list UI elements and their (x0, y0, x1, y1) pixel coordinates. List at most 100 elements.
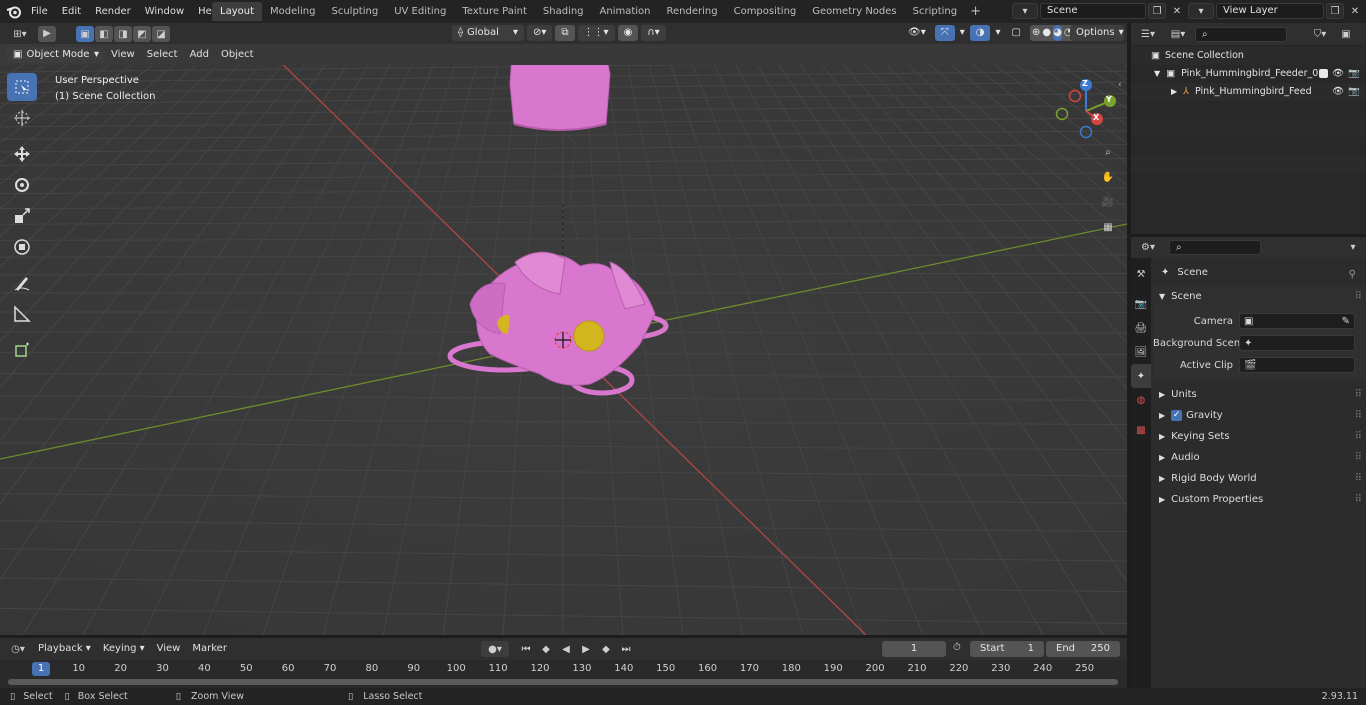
zoom-icon[interactable]: ⌕ (1097, 141, 1119, 163)
menu-file[interactable]: File (24, 0, 55, 23)
exclude-checkbox[interactable] (1319, 69, 1328, 78)
drag-handle-icon[interactable]: ⠿ (1355, 405, 1362, 426)
eye-icon[interactable]: 👁 (1332, 65, 1344, 83)
eye-icon[interactable]: 👁 (1332, 83, 1344, 101)
drag-handle-icon[interactable]: ⠿ (1355, 286, 1362, 307)
properties-search-input[interactable]: ⌕ (1169, 240, 1261, 255)
timeline-ruler[interactable]: 1 10 20 30 40 50 60 70 80 90 100 110 120 130 140 150 160… (0, 660, 1127, 688)
expand-down-icon[interactable]: ▼ (1154, 65, 1160, 83)
jump-start-icon[interactable]: ⏮ (517, 641, 535, 657)
expand-right-icon[interactable]: ▶ (1171, 83, 1177, 101)
navigation-gizmo[interactable]: Z Y X (1051, 74, 1121, 144)
jump-keyframe-back-icon[interactable]: ◆ (537, 641, 555, 657)
viewport-menu-select[interactable]: Select (141, 44, 184, 65)
rotate-tool-icon[interactable] (7, 171, 37, 199)
perspective-grid-icon[interactable]: ▦ (1097, 216, 1119, 238)
display-mode-icon[interactable]: ▤▾ (1165, 26, 1191, 42)
snap-icon[interactable]: ⧉ (555, 25, 575, 41)
panel-units[interactable]: ▶ Units ⠿ (1153, 384, 1366, 405)
panel-audio[interactable]: ▶ Audio ⠿ (1153, 447, 1366, 468)
camera-icon[interactable]: 📷 (1348, 83, 1360, 101)
world-tab-icon[interactable]: ◍ (1131, 388, 1151, 412)
eyedropper-icon[interactable]: ✎ (1342, 316, 1350, 327)
mode-dropdown[interactable]: ▣ Object Mode ▾ (7, 46, 105, 63)
play-reverse-icon[interactable]: ◀ (557, 641, 575, 657)
jump-end-icon[interactable]: ⏭ (617, 641, 635, 657)
hummingbird-feeder-object[interactable] (0, 44, 1127, 635)
select-intersect-icon[interactable]: ◪ (152, 26, 170, 42)
drag-handle-icon[interactable]: ⠿ (1355, 447, 1362, 468)
panel-custom-properties[interactable]: ▶ Custom Properties ⠿ (1153, 489, 1366, 510)
tool-tab-icon[interactable]: ⚒ (1131, 262, 1151, 286)
panel-scene-header[interactable]: ▼ Scene ⠿ (1153, 286, 1366, 307)
delete-view-layer-icon[interactable]: ✕ (1346, 3, 1364, 19)
menu-edit[interactable]: Edit (55, 0, 88, 23)
options-dropdown[interactable]: Options ▾ (1070, 25, 1124, 41)
camera-field[interactable]: ▣ ✎ (1239, 313, 1355, 329)
gizmo-dropdown-icon[interactable]: ▾ (958, 25, 967, 41)
select-extend-icon[interactable]: ◧ (95, 26, 113, 42)
end-frame-field[interactable]: End 250 (1046, 641, 1120, 657)
cursor-tool-icon[interactable] (7, 104, 37, 132)
pivot-icon[interactable]: ⊘▾ (527, 25, 553, 41)
drag-handle-icon[interactable]: ⠿ (1355, 384, 1362, 405)
tab-shading[interactable]: Shading (535, 2, 592, 21)
panel-keying-sets[interactable]: ▶ Keying Sets ⠿ (1153, 426, 1366, 447)
output-tab-icon[interactable]: 🖨 (1131, 316, 1151, 340)
play-icon[interactable]: ▶ (577, 641, 595, 657)
pin-icon[interactable]: ⚲ (1349, 264, 1356, 285)
gizmo-toggle-icon[interactable]: ⤧ (934, 25, 955, 41)
3d-viewport[interactable]: User Perspective (1) Scene Collection Z … (0, 44, 1127, 635)
tab-scripting[interactable]: Scripting (905, 2, 965, 21)
scrollbar-thumb[interactable] (8, 679, 1118, 685)
xray-icon[interactable]: ▢ (1006, 25, 1027, 41)
view-layer-browse-icon[interactable]: ▾ (1188, 3, 1214, 19)
tab-sculpting[interactable]: Sculpting (324, 2, 387, 21)
viewport-menu-add[interactable]: Add (184, 44, 215, 65)
properties-editor-type-icon[interactable]: ⚙▾ (1135, 240, 1161, 256)
camera-icon[interactable]: 📷 (1348, 65, 1360, 83)
current-frame-marker[interactable]: 1 (32, 662, 50, 676)
proportional-edit-icon[interactable]: ◉ (617, 25, 639, 41)
new-view-layer-icon[interactable]: ❐ (1326, 3, 1344, 19)
background-scene-field[interactable]: ✦ (1239, 335, 1355, 351)
drag-handle-icon[interactable]: ⠿ (1355, 468, 1362, 489)
select-subtract-icon[interactable]: ◨ (114, 26, 132, 42)
tab-uv-editing[interactable]: UV Editing (386, 2, 454, 21)
texture-tab-icon[interactable]: ▩ (1131, 418, 1151, 442)
scene-name-field[interactable]: Scene (1040, 3, 1146, 19)
outliner-row-scene-collection[interactable]: ▣ Scene Collection (1131, 47, 1366, 65)
jump-keyframe-forward-icon[interactable]: ◆ (597, 641, 615, 657)
select-box-tool-icon[interactable] (7, 73, 37, 101)
gravity-checkbox[interactable]: ✓ (1171, 410, 1183, 421)
timeline-menu-view[interactable]: View (151, 638, 187, 660)
blender-logo-icon[interactable] (6, 4, 22, 19)
properties-options-icon[interactable]: ▾ (1344, 240, 1362, 256)
filter-icon[interactable]: ⛉▾ (1307, 26, 1333, 42)
outliner-row-feeder-collection[interactable]: ▼ ▣ Pink_Hummingbird_Feeder_0 👁 📷 (1131, 65, 1366, 83)
view-layer-tab-icon[interactable]: 🖼 (1131, 340, 1151, 364)
solid-shading-icon[interactable]: ● (1042, 25, 1051, 41)
active-clip-field[interactable]: 🎬 (1239, 357, 1355, 373)
annotate-tool-icon[interactable] (7, 269, 37, 297)
new-collection-icon[interactable]: ▣ (1337, 26, 1355, 42)
tab-compositing[interactable]: Compositing (726, 2, 805, 21)
camera-view-icon[interactable]: 🎥 (1097, 191, 1119, 213)
orientation-dropdown[interactable]: ⟠ Global ▾ (452, 25, 524, 41)
measure-tool-icon[interactable] (7, 300, 37, 328)
tab-texture-paint[interactable]: Texture Paint (454, 2, 535, 21)
menu-window[interactable]: Window (138, 0, 191, 23)
select-new-icon[interactable]: ▣ (76, 26, 94, 42)
sidebar-toggle-icon[interactable]: ‹ (1118, 80, 1122, 90)
new-scene-icon[interactable]: ❐ (1148, 3, 1166, 19)
scene-tab-icon[interactable]: ✦ (1131, 364, 1151, 388)
menu-render[interactable]: Render (88, 0, 138, 23)
viewport-menu-object[interactable]: Object (215, 44, 260, 65)
start-frame-field[interactable]: Start 1 (970, 641, 1044, 657)
drag-handle-icon[interactable]: ⠿ (1355, 489, 1362, 510)
outliner-row-feeder-object[interactable]: ▶ ⅄ Pink_Hummingbird_Feed 👁 📷 (1131, 83, 1366, 101)
delete-scene-icon[interactable]: ✕ (1168, 3, 1186, 19)
tab-geometry-nodes[interactable]: Geometry Nodes (804, 2, 904, 21)
outliner-editor-type-icon[interactable]: ☰▾ (1135, 26, 1161, 42)
timeline-menu-marker[interactable]: Marker (186, 638, 233, 660)
